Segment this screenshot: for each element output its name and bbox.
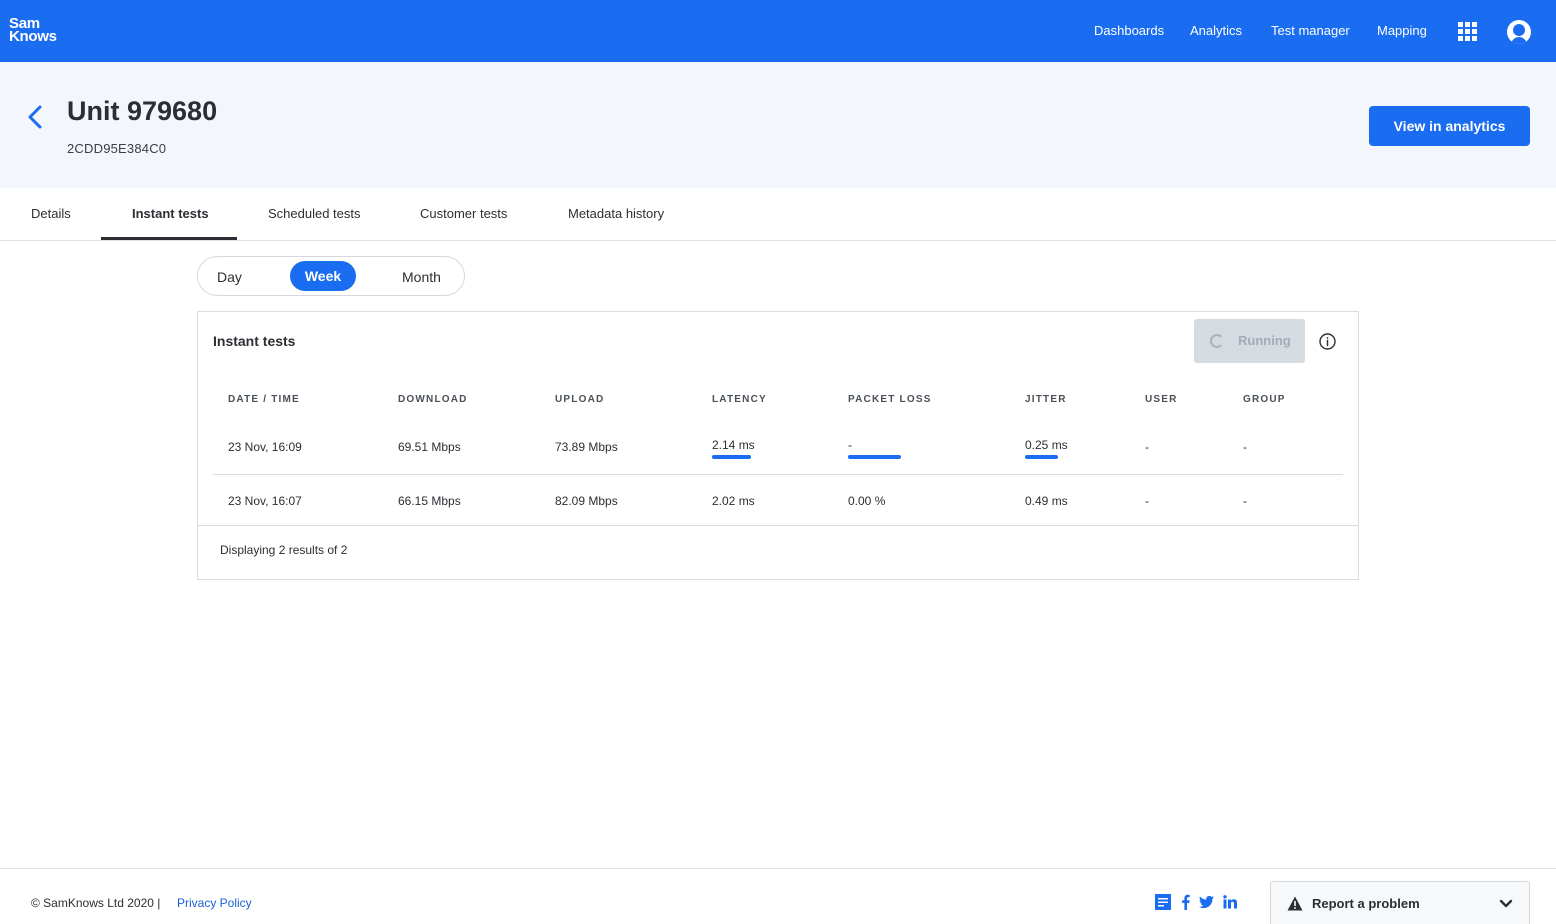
report-problem-button[interactable]: Report a problem [1270,881,1530,924]
cell-date-time: 23 Nov, 16:09 [228,440,302,454]
cell-packet-loss: 0.00 % [848,494,886,508]
tab-bar: Details Instant tests Scheduled tests Cu… [0,188,1556,241]
chevron-left-icon[interactable] [26,104,44,130]
tab-scheduled-tests[interactable]: Scheduled tests [268,206,361,222]
cell-user: - [1145,494,1149,508]
running-label: Running [1238,333,1291,348]
col-upload: UPLOAD [555,394,605,405]
period-week-label: Week [304,268,342,284]
cell-jitter: 0.49 ms [1025,494,1068,508]
card-divider [198,525,1358,526]
row-divider [213,474,1343,475]
cell-group: - [1243,440,1247,454]
cell-packet-loss: - [848,438,852,452]
nav-analytics[interactable]: Analytics [1190,23,1242,39]
cell-user: - [1145,440,1149,454]
info-circle-icon[interactable] [1319,333,1336,350]
results-count: Displaying 2 results of 2 [220,543,348,557]
facebook-icon[interactable] [1181,894,1190,910]
spinner-icon [1210,334,1224,348]
latency-bar [712,455,751,459]
col-date-time: DATE / TIME [228,394,300,405]
packet-loss-bar [848,455,901,459]
twitter-icon[interactable] [1199,894,1214,910]
card-title: Instant tests [213,333,296,349]
period-selector: Day Week Month [197,256,465,296]
cell-upload: 82.09 Mbps [555,494,618,508]
privacy-policy-link[interactable]: Privacy Policy [177,896,252,910]
cell-group: - [1243,494,1247,508]
col-download: DOWNLOAD [398,394,468,405]
chevron-down-icon [1499,899,1513,908]
nav-dashboards[interactable]: Dashboards [1094,23,1164,39]
samknows-logo[interactable]: Sam Knows [9,16,57,45]
cell-download: 69.51 Mbps [398,440,461,454]
blog-icon[interactable] [1155,894,1171,910]
cell-upload: 73.89 Mbps [555,440,618,454]
page-footer: © SamKnows Ltd 2020 | Privacy Policy Rep… [0,868,1556,924]
page-title: Unit 979680 [67,96,218,126]
top-navbar: Sam Knows Dashboards Analytics Test mana… [0,0,1556,62]
tab-customer-tests[interactable]: Customer tests [420,206,507,222]
col-packet-loss: PACKET LOSS [848,394,932,405]
instant-tests-card: Instant tests Running DATE / TIME DOWNLO… [197,311,1359,580]
page-header: Unit 979680 2CDD95E384C0 View in analyti… [0,62,1556,188]
col-user: USER [1145,394,1178,405]
cell-date-time: 23 Nov, 16:07 [228,494,302,508]
period-day[interactable]: Day [217,269,242,285]
period-month[interactable]: Month [402,269,441,285]
col-group: GROUP [1243,394,1286,405]
running-button: Running [1194,319,1305,363]
unit-mac-address: 2CDD95E384C0 [67,141,167,156]
logo-line-2: Knows [9,28,57,45]
report-problem-label: Report a problem [1312,896,1420,911]
cell-jitter: 0.25 ms [1025,438,1068,452]
view-in-analytics-button[interactable]: View in analytics [1369,106,1530,146]
grid-apps-icon[interactable] [1458,22,1477,41]
cell-latency: 2.02 ms [712,494,755,508]
cell-latency: 2.14 ms [712,438,755,452]
nav-test-manager[interactable]: Test manager [1271,23,1350,39]
tab-details[interactable]: Details [31,206,71,222]
copyright-text: © SamKnows Ltd 2020 | [31,896,161,910]
nav-mapping[interactable]: Mapping [1377,23,1427,39]
col-jitter: JITTER [1025,394,1067,405]
tab-metadata-history[interactable]: Metadata history [568,206,664,222]
cell-download: 66.15 Mbps [398,494,461,508]
period-week[interactable]: Week [290,261,356,291]
col-latency: LATENCY [712,394,767,405]
tab-instant-tests[interactable]: Instant tests [132,206,209,222]
user-avatar-icon[interactable] [1507,20,1531,44]
jitter-bar [1025,455,1058,459]
warning-icon [1287,896,1303,911]
linkedin-icon[interactable] [1223,894,1237,910]
active-tab-indicator [101,237,237,240]
